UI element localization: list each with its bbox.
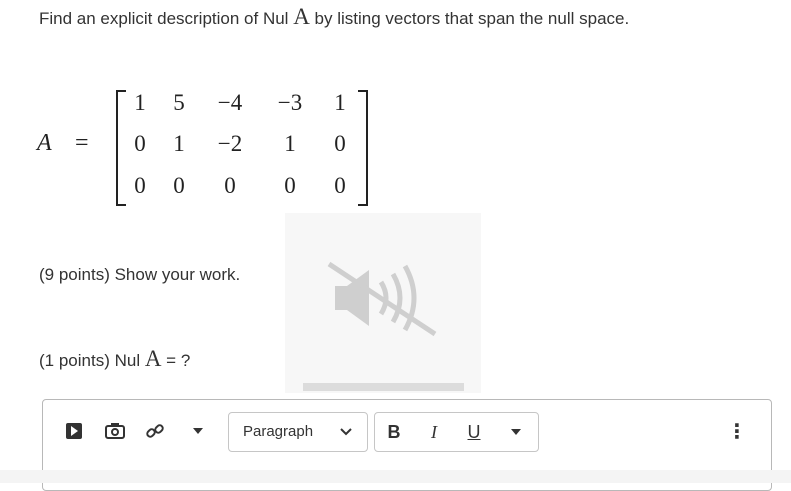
question-suffix: by listing vectors that span the null sp… [309, 9, 630, 28]
media-progress-bar[interactable] [303, 383, 464, 391]
more-icon[interactable]: ⋮ [723, 420, 751, 443]
matrix-label: A [37, 130, 52, 156]
matrix-cell: 5 [173, 90, 185, 115]
matrix-cell: 1 [173, 131, 185, 156]
insert-image-icon[interactable] [103, 420, 127, 442]
paragraph-format-label: Paragraph [243, 423, 314, 440]
matrix-cell: 0 [224, 173, 236, 198]
bold-button[interactable]: B [383, 421, 405, 443]
matrix-cell: −2 [217, 131, 243, 156]
chevron-down-icon [340, 428, 352, 436]
speaker-muted-icon[interactable] [325, 258, 441, 338]
answer-prompt: (1 points) Nul A = ? [39, 346, 190, 372]
insert-stuff-icon[interactable] [63, 420, 85, 442]
answer-matrix-symbol: A [144, 346, 162, 371]
underline-button[interactable]: U [463, 421, 485, 443]
question-prefix: Find an explicit description of Nul [39, 9, 294, 28]
question-matrix-symbol: A [293, 4, 310, 29]
matrix-cell: 0 [173, 173, 185, 198]
matrix-cell: −4 [217, 90, 243, 115]
matrix-equals: = [75, 130, 89, 156]
matrix-cell: −3 [277, 90, 303, 115]
matrix: A = 1 5 −4 −3 1 0 1 −2 1 0 0 0 0 0 0 [37, 86, 377, 206]
matrix-cell: 0 [334, 173, 346, 198]
matrix-cell: 0 [284, 173, 296, 198]
answer-suffix: = ? [161, 351, 191, 370]
work-prompt: (9 points) Show your work. [39, 265, 241, 284]
dropdown-icon[interactable] [505, 421, 527, 443]
question-text: Find an explicit description of Nul A by… [39, 4, 629, 30]
answer-prefix: (1 points) Nul [39, 351, 145, 370]
dropdown-icon[interactable] [187, 420, 209, 442]
text-style-group: B I U [374, 412, 539, 452]
page-bottom-strip [0, 470, 791, 483]
italic-button[interactable]: I [423, 421, 445, 443]
paragraph-format-select[interactable]: Paragraph [228, 412, 368, 452]
matrix-cell: 1 [334, 90, 346, 115]
matrix-cell: 1 [284, 131, 296, 156]
matrix-cell: 0 [334, 131, 346, 156]
insert-link-icon[interactable] [143, 420, 167, 442]
